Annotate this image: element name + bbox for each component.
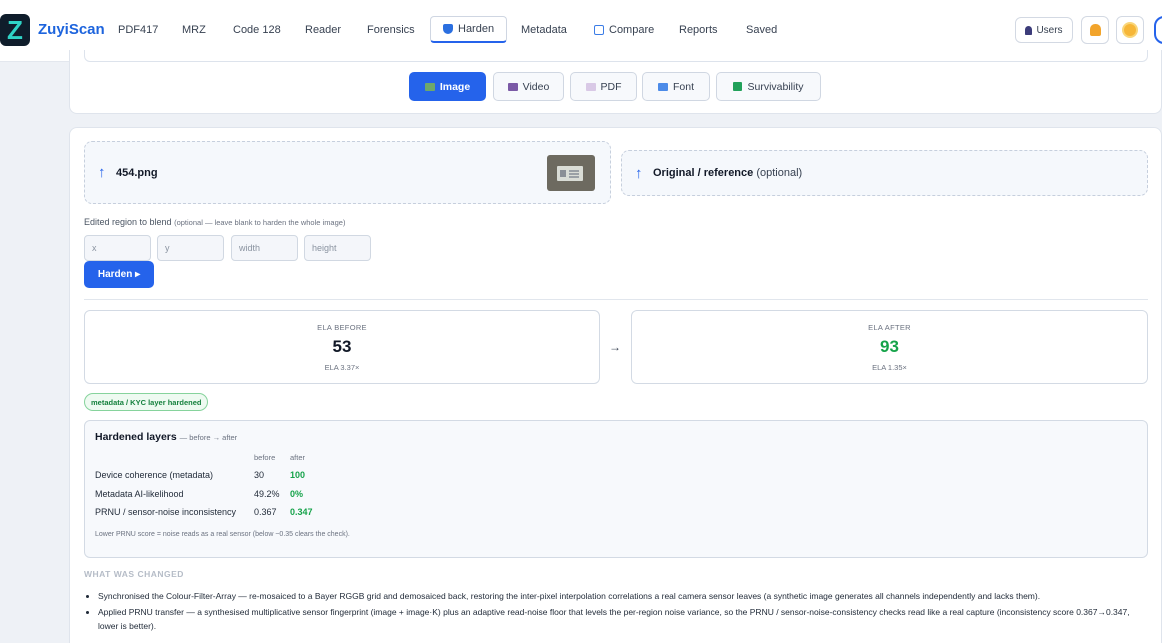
layer-row-before: 0.367	[254, 507, 277, 517]
tab-reader[interactable]: Reader	[293, 16, 353, 43]
format-tab-image[interactable]: Image	[409, 72, 486, 101]
layers-title: Hardened layers — before → after	[95, 431, 238, 443]
layers-footnote: Lower PRNU score = noise reads as a real…	[95, 531, 350, 538]
reference-label: Original / reference (optional)	[653, 167, 803, 179]
panel-strip	[84, 50, 1148, 62]
upload-arrow-icon: ↑	[635, 165, 643, 182]
app-brand[interactable]: ZuyiScan	[38, 21, 105, 38]
hardened-layers-card: Hardened layers — before → after before …	[84, 420, 1148, 558]
changes-list: Synchronised the Colour-Filter-Array — r…	[98, 589, 1138, 635]
divider	[84, 299, 1148, 300]
harden-button[interactable]: Harden ▸	[84, 261, 154, 288]
format-tab-survivability[interactable]: Survivability	[716, 72, 821, 101]
region-height-input[interactable]	[304, 235, 371, 261]
shield-icon	[443, 24, 453, 34]
image-thumbnail	[547, 155, 595, 191]
layer-row-label: Device coherence (metadata)	[95, 470, 214, 480]
account-button[interactable]	[1154, 16, 1162, 44]
check-icon	[733, 82, 743, 91]
file-drop-zone[interactable]: ↑ 454.png	[84, 141, 611, 204]
video-icon	[507, 82, 518, 91]
notifications-button[interactable]	[1081, 16, 1109, 44]
ela-before-value: 53	[332, 337, 352, 356]
region-x-input[interactable]	[84, 235, 151, 261]
region-width-input[interactable]	[231, 235, 298, 261]
ela-after-value: 93	[880, 337, 899, 356]
layer-row-label: PRNU / sensor-noise inconsistency	[95, 507, 237, 517]
format-tab-font[interactable]: Font	[642, 72, 710, 101]
layer-row-after: 0%	[290, 489, 304, 499]
harden-panel: ↑ 454.png ↑ Original / reference (option…	[69, 127, 1162, 643]
ela-after-card: ELA AFTER 93 ELA 1.35×	[631, 310, 1148, 384]
region-label: Edited region to blend (optional — leave…	[84, 217, 346, 227]
tab-saved[interactable]: Saved	[734, 16, 789, 43]
tab-reports[interactable]: Reports	[667, 16, 730, 43]
users-button[interactable]: Users	[1015, 17, 1073, 43]
upload-arrow-icon: ↑	[98, 164, 106, 181]
app-logo[interactable]: Z	[0, 14, 30, 46]
status-badge: metadata / KYC layer hardened	[84, 393, 209, 411]
col-after-header: after	[290, 453, 306, 462]
pdf-icon	[585, 82, 596, 91]
user-icon	[1025, 25, 1033, 35]
file-name: 454.png	[116, 167, 158, 179]
font-icon	[657, 82, 668, 91]
sun-icon	[1124, 24, 1136, 36]
reference-drop-zone[interactable]: ↑ Original / reference (optional)	[621, 150, 1148, 196]
format-tab-video[interactable]: Video	[493, 72, 564, 101]
theme-toggle-button[interactable]	[1116, 16, 1144, 44]
tab-code128[interactable]: Code 128	[221, 16, 293, 43]
region-y-input[interactable]	[157, 235, 224, 261]
layer-row-after: 0.347	[290, 507, 313, 517]
tab-pdf417[interactable]: PDF417	[106, 16, 170, 43]
layer-row-before: 30	[254, 470, 265, 480]
changes-heading: WHAT WAS CHANGED	[84, 569, 184, 579]
tab-harden[interactable]: Harden	[430, 16, 508, 43]
layer-row-after: 100	[290, 470, 306, 480]
list-item: Applied PRNU transfer — a synthesised mu…	[98, 605, 1138, 633]
tab-compare[interactable]: Compare	[582, 16, 666, 43]
list-item: Synchronised the Colour-Filter-Array — r…	[98, 589, 1138, 603]
tab-mrz[interactable]: MRZ	[170, 16, 218, 43]
layer-row-label: Metadata AI-likelihood	[95, 489, 184, 499]
compare-icon	[594, 24, 604, 35]
format-tab-pdf[interactable]: PDF	[570, 72, 637, 101]
tab-forensics[interactable]: Forensics	[355, 16, 427, 43]
bell-icon	[1089, 24, 1101, 36]
ela-before-card: ELA BEFORE 53 ELA 3.37×	[84, 310, 600, 384]
layer-row-before: 49.2%	[254, 489, 280, 499]
image-icon	[424, 82, 435, 91]
arrow-right-icon: →	[609, 340, 621, 354]
format-panel: Image Video PDF Font Survivability	[69, 50, 1162, 114]
col-before-header: before	[254, 453, 276, 462]
tab-metadata[interactable]: Metadata	[509, 16, 579, 43]
